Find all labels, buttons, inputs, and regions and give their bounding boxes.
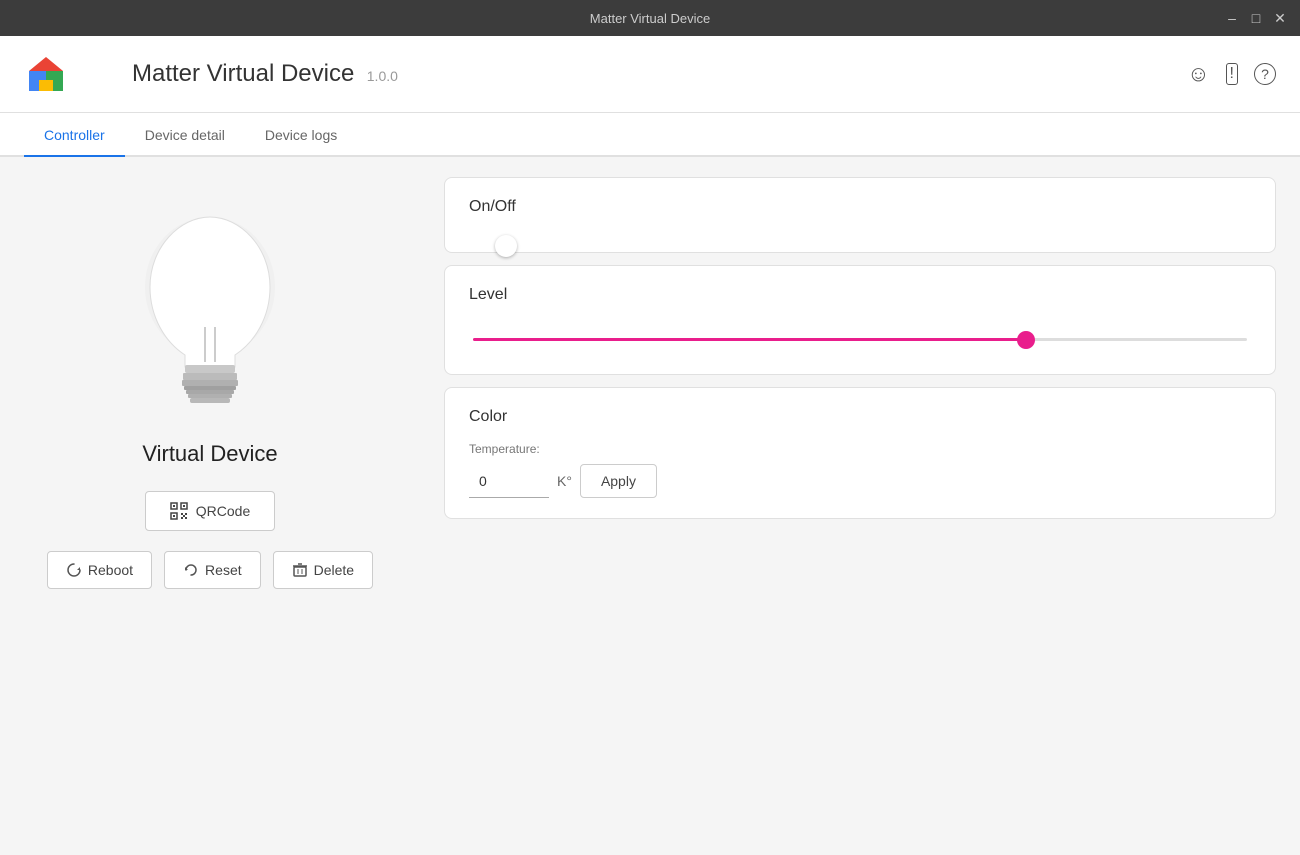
temperature-label: Temperature: bbox=[469, 442, 1251, 456]
tabs-bar: Controller Device detail Device logs bbox=[0, 113, 1300, 157]
tab-device-logs[interactable]: Device logs bbox=[245, 113, 357, 157]
qrcode-button[interactable]: QRCode bbox=[145, 491, 275, 531]
level-label: Level bbox=[469, 286, 1251, 304]
temperature-unit: K° bbox=[557, 473, 572, 489]
title-bar-text: Matter Virtual Device bbox=[590, 11, 710, 26]
level-slider[interactable] bbox=[473, 338, 1247, 341]
apply-button[interactable]: Apply bbox=[580, 464, 657, 498]
delete-icon bbox=[292, 562, 308, 578]
emoji-button[interactable]: ☺ bbox=[1187, 61, 1209, 87]
toggle-thumb bbox=[495, 235, 517, 257]
temperature-input[interactable] bbox=[469, 465, 549, 498]
color-card: Color Temperature: K° Apply bbox=[444, 387, 1276, 519]
qrcode-label: QRCode bbox=[196, 503, 250, 519]
color-label: Color bbox=[469, 408, 1251, 426]
emoji-icon: ☺ bbox=[1187, 61, 1209, 87]
device-name: Virtual Device bbox=[142, 441, 277, 467]
reboot-button[interactable]: Reboot bbox=[47, 551, 152, 589]
on-off-label: On/Off bbox=[469, 198, 1251, 216]
title-bar: Matter Virtual Device – □ ✕ bbox=[0, 0, 1300, 36]
temperature-row: K° Apply bbox=[469, 464, 1251, 498]
bulb-illustration bbox=[130, 197, 290, 417]
reset-button[interactable]: Reset bbox=[164, 551, 261, 589]
level-card: Level bbox=[444, 265, 1276, 375]
reboot-icon bbox=[66, 562, 82, 578]
app-version: 1.0.0 bbox=[367, 68, 398, 84]
reset-icon bbox=[183, 562, 199, 578]
minimize-button[interactable]: – bbox=[1224, 10, 1240, 26]
app-window: Matter Virtual Device 1.0.0 ☺ ! ? Contro… bbox=[0, 36, 1300, 855]
reboot-label: Reboot bbox=[88, 562, 133, 578]
close-button[interactable]: ✕ bbox=[1272, 10, 1288, 26]
tab-device-detail[interactable]: Device detail bbox=[125, 113, 245, 157]
action-buttons: Reboot Reset bbox=[47, 551, 373, 589]
right-panel: On/Off Level Color Temperatu bbox=[420, 157, 1300, 855]
alert-icon: ! bbox=[1226, 63, 1238, 85]
title-bar-controls: – □ ✕ bbox=[1224, 10, 1288, 26]
on-off-card: On/Off bbox=[444, 177, 1276, 253]
help-icon: ? bbox=[1254, 63, 1276, 85]
slider-container bbox=[469, 320, 1251, 354]
delete-button[interactable]: Delete bbox=[273, 551, 373, 589]
google-home-logo bbox=[24, 52, 68, 96]
app-title: Matter Virtual Device bbox=[132, 60, 354, 87]
header-actions: ☺ ! ? bbox=[1187, 61, 1276, 87]
restore-button[interactable]: □ bbox=[1248, 10, 1264, 26]
main-content: Virtual Device QRCode bbox=[0, 157, 1300, 855]
header-left: Matter Virtual Device 1.0.0 bbox=[24, 52, 398, 96]
qrcode-icon bbox=[170, 502, 188, 520]
temperature-section: Temperature: K° Apply bbox=[469, 442, 1251, 498]
header: Matter Virtual Device 1.0.0 ☺ ! ? bbox=[0, 36, 1300, 113]
tab-controller[interactable]: Controller bbox=[24, 113, 125, 157]
help-button[interactable]: ? bbox=[1254, 61, 1276, 87]
left-panel: Virtual Device QRCode bbox=[0, 157, 420, 855]
reset-label: Reset bbox=[205, 562, 242, 578]
delete-label: Delete bbox=[314, 562, 354, 578]
alert-button[interactable]: ! bbox=[1226, 61, 1238, 87]
title-group: Matter Virtual Device 1.0.0 bbox=[132, 60, 398, 88]
